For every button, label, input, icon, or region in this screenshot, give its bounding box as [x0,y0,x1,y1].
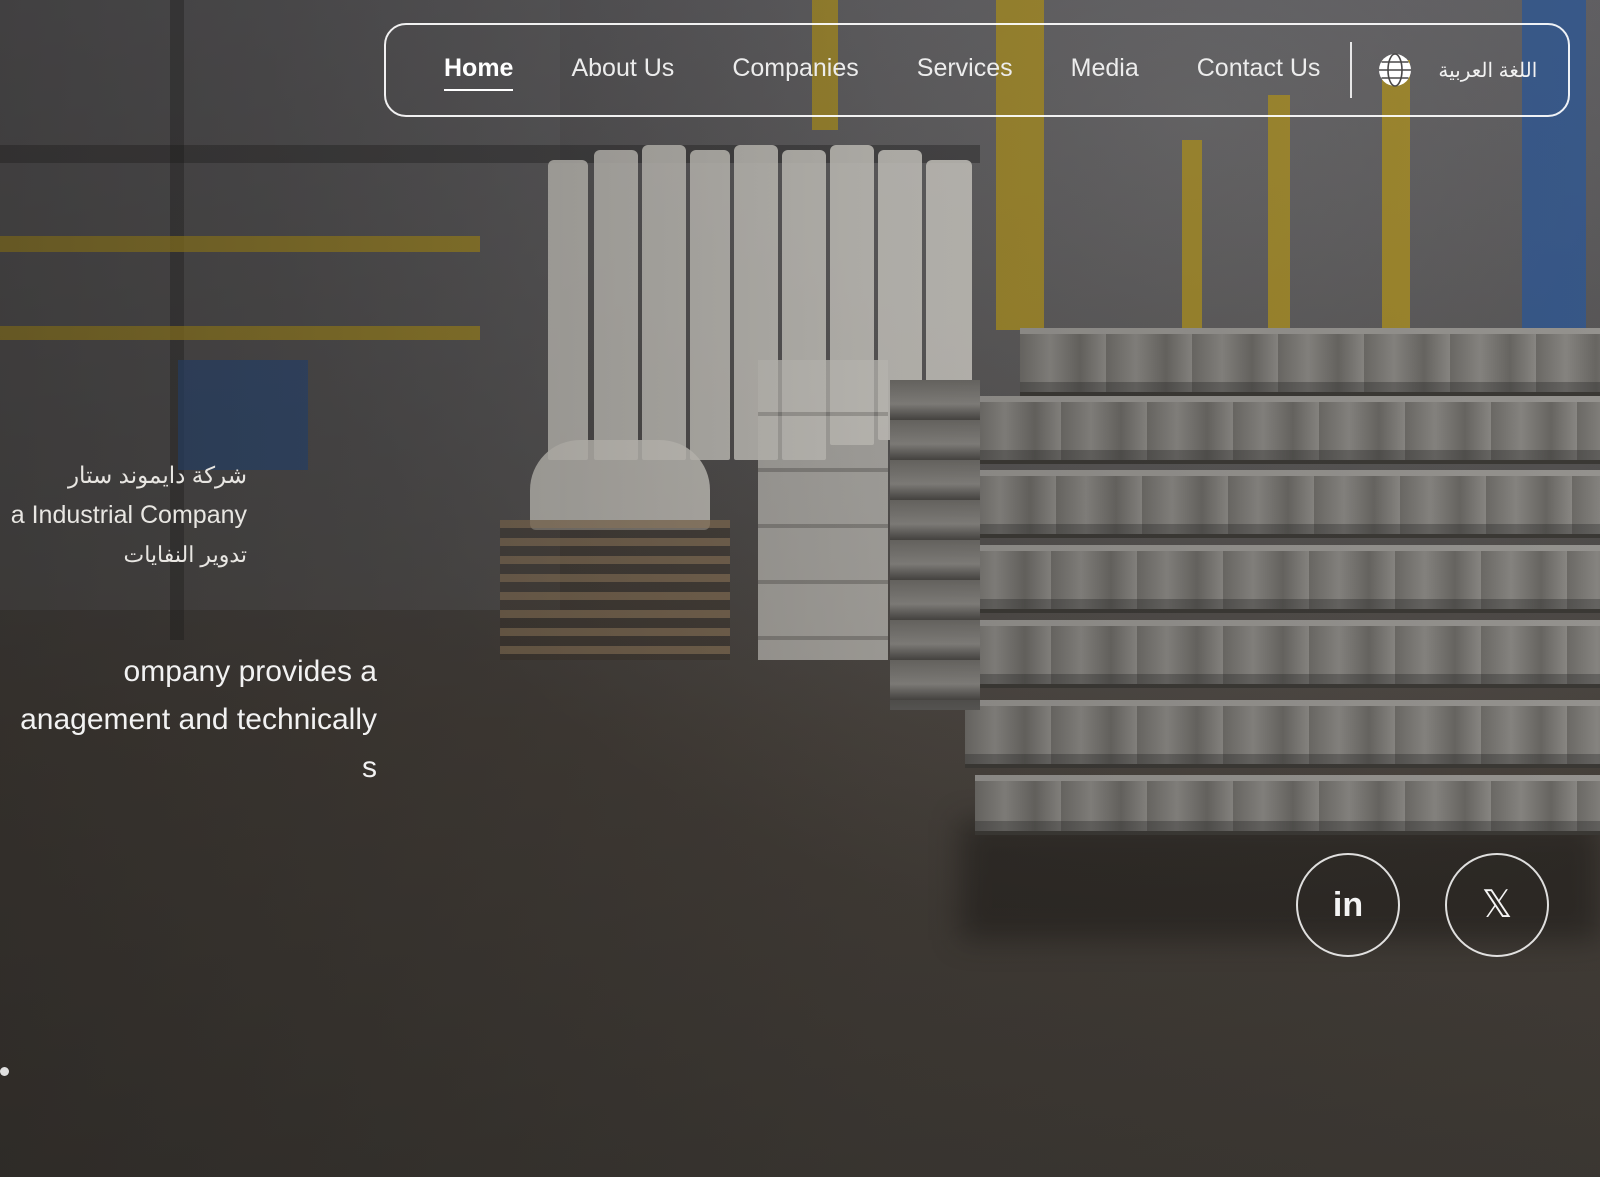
nav-media[interactable]: Media [1071,55,1139,85]
logo-english-name: a Industrial Company [10,501,247,529]
language-label: اللغة العربية [1438,59,1538,82]
linkedin-icon: in [1332,886,1364,924]
hero-tagline: ompany provides a anagement and technica… [20,648,377,792]
slider-dot[interactable] [0,1067,9,1076]
nav-companies[interactable]: Companies [732,55,858,85]
nav-about-us[interactable]: About Us [571,55,674,85]
tagline-line: ompany provides a [123,655,377,688]
globe-icon [1379,53,1412,87]
warehouse-background [0,0,1600,1177]
dark-overlay [0,0,1600,1177]
nav-home[interactable]: Home [444,55,514,91]
x-twitter-button[interactable]: 𝕏 [1445,853,1549,957]
hero-section: Home About Us Companies Services Media C… [0,0,1600,1177]
tagline-line: s [362,751,377,784]
nav-services[interactable]: Services [917,55,1013,85]
nav-contact-us[interactable]: Contact Us [1197,55,1321,85]
company-logo: شركة دايموند ستار a Industrial Company ت… [11,455,247,575]
main-nav: Home About Us Companies Services Media C… [384,23,1570,117]
tagline-line: anagement and technically [20,703,377,736]
x-icon: 𝕏 [1481,884,1513,926]
language-switch[interactable]: اللغة العربية [1378,53,1537,87]
logo-arabic-subline: تدوير النفايات [123,542,247,567]
logo-arabic-name: شركة دايموند ستار [67,462,247,488]
linkedin-button[interactable]: in [1296,853,1400,957]
nav-divider [1350,42,1353,98]
page-bottom-strip [0,1177,1600,1200]
